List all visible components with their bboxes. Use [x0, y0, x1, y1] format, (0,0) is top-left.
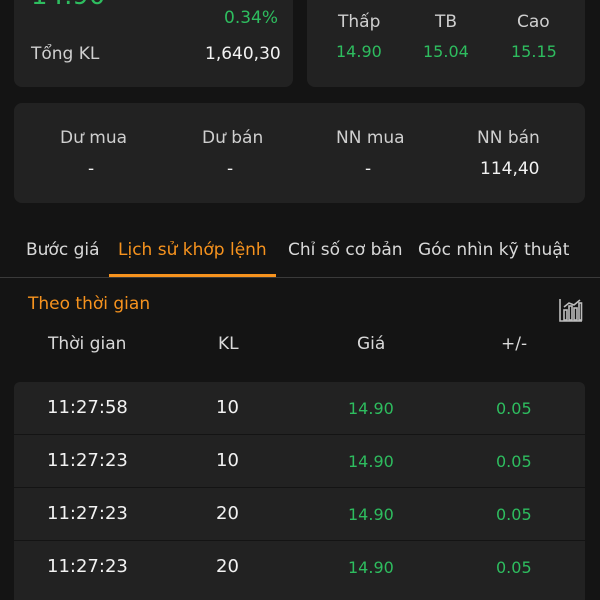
bid-surplus-label: Dư mua [60, 128, 128, 148]
price-summary-card: 14.90 0.34% Tổng KL 1,640,30 [14, 0, 293, 87]
foreign-sell-value: 114,40 [480, 159, 540, 179]
total-volume-label: Tổng KL [31, 44, 100, 64]
table-row: 11:27:23 20 14.90 0.05 [14, 488, 585, 540]
row-change: 0.05 [496, 452, 532, 471]
row-time: 11:27:23 [47, 503, 128, 524]
high-value: 15.15 [511, 42, 557, 61]
avg-label: TB [435, 12, 458, 32]
high-label: Cao [517, 12, 550, 32]
current-price: 14.90 [31, 0, 105, 11]
tabs-divider [0, 277, 600, 278]
row-volume: 10 [216, 450, 239, 471]
section-title[interactable]: Theo thời gian [28, 294, 150, 314]
row-volume: 10 [216, 397, 239, 418]
foreign-buy-label: NN mua [336, 128, 405, 148]
tab-technical-view[interactable]: Góc nhìn kỹ thuật [418, 240, 569, 260]
row-time: 11:27:58 [47, 397, 128, 418]
header-time: Thời gian [48, 334, 127, 354]
row-time: 11:27:23 [47, 556, 128, 577]
row-price: 14.90 [348, 505, 394, 524]
table-row: 11:27:23 20 14.90 0.05 [14, 541, 585, 600]
total-volume-value: 1,640,30 [205, 44, 281, 64]
tab-fundamentals[interactable]: Chỉ số cơ bản [288, 240, 403, 260]
row-volume: 20 [216, 503, 239, 524]
table-row: 11:27:58 10 14.90 0.05 [14, 382, 585, 434]
row-price: 14.90 [348, 399, 394, 418]
row-price: 14.90 [348, 558, 394, 577]
ask-surplus-label: Dư bán [202, 128, 264, 148]
low-value: 14.90 [336, 42, 382, 61]
price-range-card: Thấp TB Cao 14.90 15.04 15.15 [307, 0, 585, 87]
bar-chart-icon[interactable] [557, 296, 585, 324]
header-volume: KL [218, 334, 239, 354]
header-price: Giá [357, 334, 386, 354]
low-label: Thấp [338, 12, 381, 32]
avg-value: 15.04 [423, 42, 469, 61]
row-time: 11:27:23 [47, 450, 128, 471]
row-change: 0.05 [496, 399, 532, 418]
tab-match-history[interactable]: Lịch sử khớp lệnh [118, 240, 267, 260]
tab-price-steps[interactable]: Bước giá [26, 240, 100, 260]
table-row: 11:27:23 10 14.90 0.05 [14, 435, 585, 487]
header-change: +/- [501, 334, 528, 354]
change-percent: 0.34% [224, 8, 279, 28]
row-change: 0.05 [496, 558, 532, 577]
ask-surplus-value: - [227, 159, 234, 179]
row-change: 0.05 [496, 505, 532, 524]
row-price: 14.90 [348, 452, 394, 471]
bid-surplus-value: - [88, 159, 95, 179]
foreign-trading-card: Dư mua Dư bán NN mua NN bán - - - 114,40 [14, 103, 585, 203]
foreign-sell-label: NN bán [477, 128, 540, 148]
foreign-buy-value: - [365, 159, 372, 179]
row-volume: 20 [216, 556, 239, 577]
